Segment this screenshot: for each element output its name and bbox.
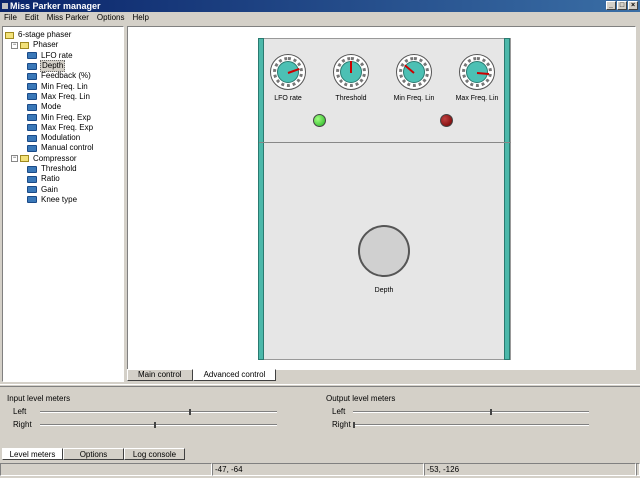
parameter-icon [27,134,37,142]
app-icon[interactable] [2,3,8,9]
main-control-panel: LFO rate Threshold Min Freq. Lin Max Fre… [127,26,636,370]
pedal-rail-right [504,38,510,360]
bottom-tabs: Level meters Options Log console [2,448,185,461]
knob-label-min-freq-lin: Min Freq. Lin [393,95,435,102]
parameter-icon [27,165,37,173]
tree-item-mode[interactable]: Mode [5,102,121,112]
input-left-thumb[interactable] [189,409,192,415]
knob-lfo-rate[interactable] [270,54,306,90]
output-left-track[interactable] [353,409,589,415]
output-left-thumb[interactable] [489,409,492,415]
knob-min-freq-lin[interactable] [396,54,432,90]
input-right-thumb[interactable] [153,422,156,428]
parameter-icon [27,175,37,183]
parameter-icon [27,52,37,60]
tab-main-control[interactable]: Main control [127,369,193,381]
led-green-indicator [313,114,326,127]
folder-open-icon [5,31,14,39]
status-panel-4 [636,463,640,476]
menu-edit[interactable]: Edit [25,12,39,24]
tab-advanced-control[interactable]: Advanced control [192,369,277,381]
parameter-icon [27,196,37,204]
menu-bar: File Edit Miss Parker Options Help [0,12,640,24]
tree-root[interactable]: 6-stage phaser [5,30,121,40]
collapse-icon[interactable]: − [11,41,18,49]
parameter-icon [27,124,37,132]
collapse-icon[interactable]: − [11,155,18,163]
close-button[interactable]: × [628,1,638,10]
output-meters: Output level meters [326,394,395,403]
tab-level-meters[interactable]: Level meters [2,448,63,460]
main-tabs: Main control Advanced control [127,369,277,381]
knob-label-lfo-rate: LFO rate [274,95,302,102]
status-panel-1 [0,463,212,476]
tree-item-min-freq-exp[interactable]: Min Freq. Exp [5,112,121,122]
maximize-button[interactable]: □ [617,1,627,10]
menu-miss-parker[interactable]: Miss Parker [47,12,89,24]
tree-item-threshold[interactable]: Threshold [5,164,121,174]
tree-item-max-freq-lin[interactable]: Max Freq. Lin [5,92,121,102]
parameter-icon [27,186,37,194]
output-meters-title: Output level meters [326,394,396,403]
pedal-divider [259,142,511,143]
input-meters: Input level meters [7,394,70,403]
menu-file[interactable]: File [4,12,17,24]
tab-options[interactable]: Options [63,448,124,460]
splitter[interactable] [0,384,640,387]
output-right-track[interactable] [353,422,589,428]
input-left-label: Left [13,407,27,416]
level-meters-panel: Input level meters Left Right Output lev… [0,388,640,446]
tree-item-feedback[interactable]: Feedback (%) [5,71,121,81]
window-title: Miss Parker manager [10,1,101,11]
tree-item-min-freq-lin[interactable]: Min Freq. Lin [5,81,121,91]
tree-item-depth[interactable]: Depth [5,60,121,73]
output-right-label: Right [332,420,351,429]
menu-options[interactable]: Options [97,12,125,24]
output-left-label: Left [332,407,346,416]
input-right-label: Right [13,420,32,429]
tree-item-max-freq-exp[interactable]: Max Freq. Exp [5,123,121,133]
parameter-icon [27,114,37,122]
status-bar: -47, -64 -53, -126 [0,463,640,478]
tree-item-knee-type[interactable]: Knee type [5,195,121,205]
knob-label-threshold: Threshold [335,95,367,102]
output-right-thumb[interactable] [353,422,355,428]
tree-group-compressor[interactable]: − Compressor [5,154,121,164]
folder-open-icon [20,41,29,49]
parameter-icon [27,83,37,91]
input-right-track[interactable] [40,422,277,428]
folder-open-icon [20,155,29,163]
title-bar[interactable]: Miss Parker manager _ □ × [0,0,640,12]
parameter-icon [27,72,37,80]
parameter-icon [27,93,37,101]
menu-help[interactable]: Help [133,12,149,24]
tab-log-console[interactable]: Log console [124,448,185,460]
parameter-icon [27,62,37,70]
knob-label-max-freq-lin: Max Freq. Lin [455,95,499,102]
status-panel-coords-2: -53, -126 [424,463,636,476]
depth-button-label: Depth [374,287,394,294]
tree-item-gain[interactable]: Gain [5,184,121,194]
knob-max-freq-lin[interactable] [459,54,495,90]
parameter-icon [27,144,37,152]
tree-item-modulation[interactable]: Modulation [5,133,121,143]
parameter-tree[interactable]: 6-stage phaser − Phaser LFO rate Depth F… [2,26,124,382]
led-red-indicator [440,114,453,127]
status-panel-coords-1: -47, -64 [212,463,424,476]
pedal-rail-left [258,38,264,360]
tree-group-phaser[interactable]: − Phaser [5,40,121,50]
tree-item-manual-control[interactable]: Manual control [5,143,121,153]
minimize-button[interactable]: _ [606,1,616,10]
input-left-track[interactable] [40,409,277,415]
input-meters-title: Input level meters [7,394,71,403]
depth-footswitch-button[interactable] [358,225,410,277]
parameter-icon [27,103,37,111]
tree-item-ratio[interactable]: Ratio [5,174,121,184]
knob-threshold[interactable] [333,54,369,90]
